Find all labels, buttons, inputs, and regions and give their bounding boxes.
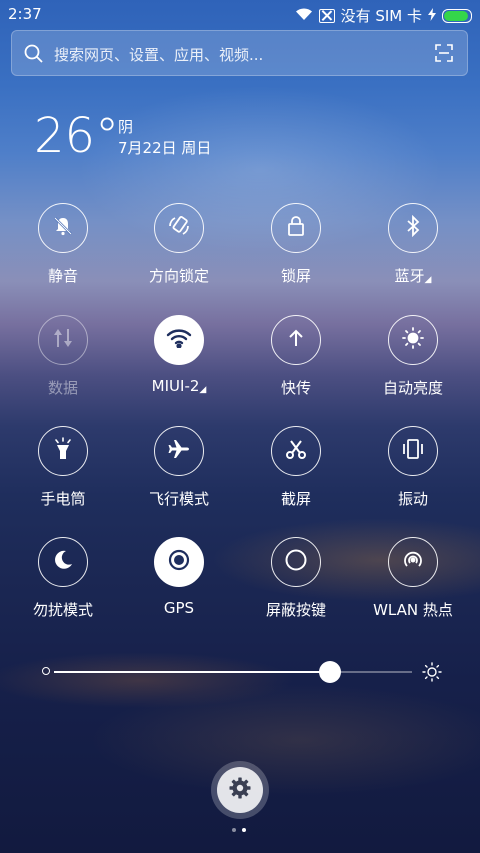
toggle-bluetooth[interactable]: 蓝牙◢ <box>360 203 470 303</box>
upload-arrow-icon <box>287 328 305 352</box>
page-dot-active <box>242 828 246 832</box>
lock-icon <box>286 215 306 241</box>
gear-icon <box>228 776 252 804</box>
toggle-circle <box>38 426 88 476</box>
status-bar: 2:37 没有 SIM 卡 <box>0 0 480 28</box>
block-keys-icon <box>284 548 308 576</box>
page-indicator <box>232 828 246 832</box>
brightness-high-icon <box>422 662 442 686</box>
toggle-circle <box>271 203 321 253</box>
toggle-mute[interactable]: 静音 <box>10 203 120 303</box>
carrier-text: 没有 SIM 卡 <box>340 7 422 25</box>
toggle-label: 截屏 <box>280 490 311 508</box>
toggle-quick-transfer[interactable]: 快传 <box>243 315 353 415</box>
status-time: 2:37 <box>8 5 42 23</box>
toggle-auto-brightness[interactable]: 自动亮度 <box>360 315 470 415</box>
wifi-icon <box>166 328 192 352</box>
toggle-label: 屏蔽按键 <box>265 601 326 619</box>
toggle-label: 锁屏 <box>280 267 311 285</box>
status-icons: 没有 SIM 卡 <box>295 5 472 26</box>
weather-condition: 阴 <box>118 118 134 136</box>
toggle-circle <box>38 537 88 587</box>
toggle-block-keys[interactable]: 屏蔽按键 <box>243 537 353 637</box>
slider-track-fill <box>54 671 330 673</box>
toggle-do-not-disturb[interactable]: 勿扰模式 <box>10 537 120 637</box>
charging-icon <box>428 7 436 25</box>
toggle-lock-screen[interactable]: 锁屏 <box>243 203 353 303</box>
gps-icon <box>167 548 191 576</box>
weather-date: 7月22日 周日 <box>118 139 212 157</box>
vibrate-icon <box>401 438 425 464</box>
settings-button[interactable] <box>211 761 269 819</box>
toggle-circle <box>154 537 204 587</box>
toggle-circle <box>388 315 438 365</box>
more-indicator-icon: ◢ <box>424 275 432 285</box>
more-indicator-icon: ◢ <box>199 385 207 395</box>
toggle-label: 自动亮度 <box>382 379 443 397</box>
search-bar[interactable]: 搜索网页、设置、应用、视频... <box>11 30 468 76</box>
toggle-circle <box>154 203 204 253</box>
moon-icon <box>52 549 74 575</box>
toggle-hotspot[interactable]: WLAN 热点 <box>360 537 470 637</box>
page-dot <box>232 828 236 832</box>
wifi-icon <box>295 7 313 25</box>
toggle-label: GPS <box>163 599 195 617</box>
toggle-circle <box>271 537 321 587</box>
temperature: 26° <box>34 108 120 164</box>
scan-icon[interactable] <box>435 44 453 66</box>
search-icon <box>24 44 44 68</box>
bluetooth-icon <box>405 214 421 241</box>
toggle-vibrate[interactable]: 振动 <box>360 426 470 526</box>
toggle-circle <box>154 426 204 476</box>
toggle-label: 方向锁定 <box>148 267 209 285</box>
toggle-circle <box>271 315 321 365</box>
scissors-icon <box>284 437 308 465</box>
slider-thumb[interactable] <box>318 661 341 683</box>
flashlight-icon <box>52 437 74 465</box>
search-placeholder: 搜索网页、设置、应用、视频... <box>54 46 264 64</box>
toggle-label: MIUI-2◢ <box>151 377 207 395</box>
toggle-label: 快传 <box>280 379 311 397</box>
brightness-slider[interactable] <box>42 660 442 684</box>
toggle-mobile-data[interactable]: 数据 <box>10 315 120 415</box>
toggle-label: 飞行模式 <box>148 490 209 508</box>
toggle-label: WLAN 热点 <box>373 601 453 619</box>
toggle-wifi[interactable]: MIUI-2◢ <box>126 315 236 415</box>
rotation-lock-icon <box>167 214 191 242</box>
toggle-label: 勿扰模式 <box>32 601 93 619</box>
toggle-airplane-mode[interactable]: 飞行模式 <box>126 426 236 526</box>
no-sim-icon <box>318 8 335 23</box>
toggle-flashlight[interactable]: 手电筒 <box>10 426 120 526</box>
auto-brightness-icon <box>401 326 425 354</box>
brightness-low-icon <box>42 667 50 675</box>
airplane-icon <box>167 437 191 465</box>
toggle-rotation-lock[interactable]: 方向锁定 <box>126 203 236 303</box>
toggle-label: 振动 <box>397 490 428 508</box>
toggle-screenshot[interactable]: 截屏 <box>243 426 353 526</box>
toggle-label: 手电筒 <box>40 490 86 508</box>
mobile-data-icon <box>52 327 74 353</box>
toggle-circle <box>388 203 438 253</box>
toggle-label: 静音 <box>47 267 78 285</box>
toggle-label: 蓝牙◢ <box>394 267 432 285</box>
hotspot-icon <box>401 548 425 576</box>
mute-bell-icon <box>52 215 74 241</box>
toggle-gps[interactable]: GPS <box>126 537 236 637</box>
toggle-circle <box>388 426 438 476</box>
settings-button-inner <box>217 767 263 813</box>
toggle-circle <box>271 426 321 476</box>
toggle-label: 数据 <box>47 379 78 397</box>
toggle-circle <box>388 537 438 587</box>
toggle-circle <box>38 315 88 365</box>
battery-icon <box>442 8 472 23</box>
toggle-circle <box>38 203 88 253</box>
toggle-circle <box>154 315 204 365</box>
